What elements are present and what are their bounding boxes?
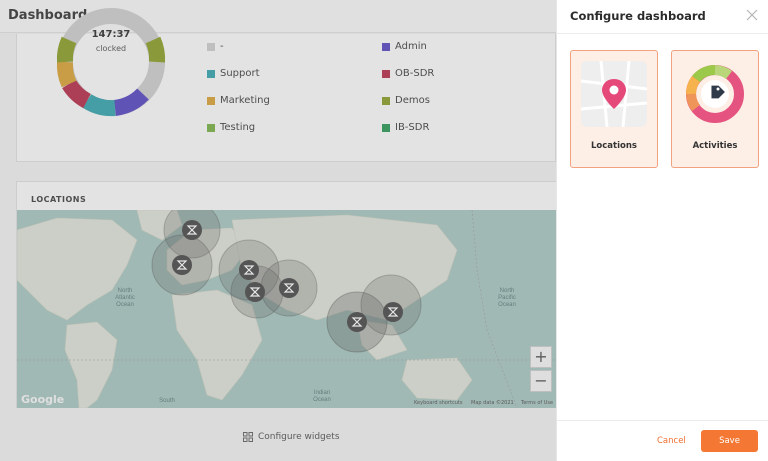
locations-thumbnail — [581, 61, 647, 127]
widget-card-activities[interactable]: Activities — [671, 50, 759, 168]
tag-donut-icon — [682, 61, 748, 127]
dashboard-background: Dashboard 147:37 clocked - Admin Support… — [0, 0, 557, 461]
modal-overlay[interactable] — [0, 0, 556, 461]
panel-title: Configure dashboard — [570, 9, 706, 23]
save-button[interactable]: Save — [701, 430, 758, 452]
widget-card-label: Activities — [692, 141, 738, 151]
configure-dashboard-panel: Configure dashboard Locations Activities… — [556, 0, 768, 461]
panel-divider — [557, 33, 768, 34]
panel-footer-divider — [557, 420, 768, 421]
cancel-button[interactable]: Cancel — [657, 436, 686, 446]
widget-card-label: Locations — [591, 141, 637, 151]
widget-card-locations[interactable]: Locations — [570, 50, 658, 168]
map-pin-icon — [581, 61, 647, 127]
close-icon[interactable] — [745, 8, 759, 22]
activities-thumbnail — [682, 61, 748, 127]
